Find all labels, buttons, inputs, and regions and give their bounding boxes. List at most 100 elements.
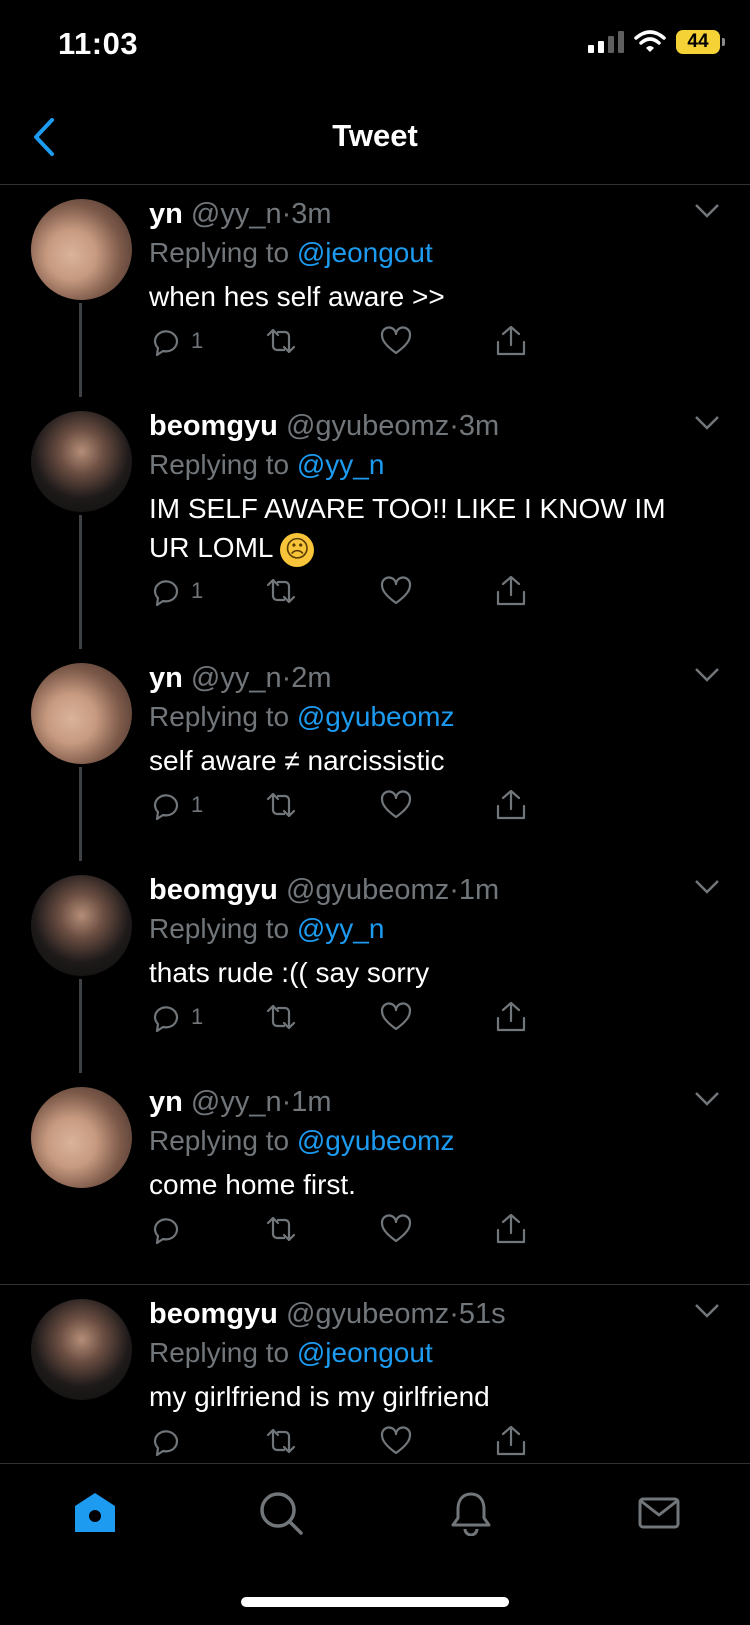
notifications-icon[interactable] xyxy=(448,1490,494,1536)
reply-button[interactable]: 1 xyxy=(149,995,264,1039)
share-button[interactable] xyxy=(494,783,609,827)
share-button[interactable] xyxy=(494,1207,609,1251)
retweet-button[interactable] xyxy=(264,319,379,363)
tweet-item[interactable]: beomgyu @gyubeomz·3m Replying to @yy_n I… xyxy=(0,397,750,649)
display-name[interactable]: yn xyxy=(149,662,183,694)
tweet-actions xyxy=(149,1419,609,1463)
chevron-down-icon[interactable] xyxy=(694,415,720,431)
reply-mention[interactable]: @yy_n xyxy=(297,913,385,944)
search-icon[interactable] xyxy=(258,1490,304,1536)
tweet-text: thats rude :(( say sorry xyxy=(149,957,430,988)
display-name[interactable]: beomgyu xyxy=(149,874,278,906)
share-icon xyxy=(496,1001,526,1032)
avatar[interactable] xyxy=(31,875,132,976)
display-name[interactable]: yn xyxy=(149,1086,183,1118)
tweet-item[interactable]: beomgyu @gyubeomz·51s Replying to @jeong… xyxy=(0,1285,750,1463)
replying-to-label: Replying to xyxy=(149,701,290,732)
reply-button[interactable]: 1 xyxy=(149,569,264,613)
like-button[interactable] xyxy=(379,1207,494,1251)
frowning-face-emoji-icon: ☹ xyxy=(280,532,315,567)
chevron-down-icon[interactable] xyxy=(694,1091,720,1107)
tweet-content: beomgyu @gyubeomz·3m Replying to @yy_n I… xyxy=(149,407,710,567)
share-button[interactable] xyxy=(494,319,609,363)
tweet-actions: 1 xyxy=(149,783,609,827)
like-button[interactable] xyxy=(379,1419,494,1463)
battery-indicator: 44 xyxy=(676,30,725,54)
avatar[interactable] xyxy=(31,1299,132,1400)
reply-count: 1 xyxy=(191,328,204,353)
user-handle[interactable]: @gyubeomz xyxy=(286,874,449,906)
home-indicator[interactable] xyxy=(241,1597,509,1607)
display-name[interactable]: beomgyu xyxy=(149,1298,278,1330)
retweet-button[interactable] xyxy=(264,1419,379,1463)
heart-icon xyxy=(380,1002,412,1031)
reply-button[interactable]: 1 xyxy=(149,783,264,827)
display-name[interactable]: beomgyu xyxy=(149,410,278,442)
tweet-thread[interactable]: yn @yy_n·3m Replying to @jeongout when h… xyxy=(0,185,750,1463)
reply-button[interactable] xyxy=(149,1207,264,1251)
avatar[interactable] xyxy=(31,199,132,300)
page-title: Tweet xyxy=(332,118,418,153)
replying-to: Replying to @yy_n xyxy=(149,445,710,485)
reply-mention[interactable]: @yy_n xyxy=(297,449,385,480)
avatar[interactable] xyxy=(31,1087,132,1188)
status-bar: 11:03 44 xyxy=(0,0,750,90)
messages-icon[interactable] xyxy=(636,1490,682,1536)
replying-to: Replying to @jeongout xyxy=(149,1333,710,1373)
like-button[interactable] xyxy=(379,569,494,613)
avatar[interactable] xyxy=(31,411,132,512)
replying-to-label: Replying to xyxy=(149,449,290,480)
user-handle[interactable]: @yy_n xyxy=(191,662,282,694)
reply-mention[interactable]: @gyubeomz xyxy=(297,701,455,732)
chevron-down-icon[interactable] xyxy=(694,667,720,683)
tweet-actions xyxy=(149,1207,609,1251)
thread-connector xyxy=(79,303,82,397)
like-button[interactable] xyxy=(379,783,494,827)
replying-to-label: Replying to xyxy=(149,1125,290,1156)
reply-count: 1 xyxy=(191,578,204,603)
tweet-item[interactable]: yn @yy_n·1m Replying to @gyubeomz come h… xyxy=(0,1073,750,1285)
retweet-button[interactable] xyxy=(264,783,379,827)
wifi-icon xyxy=(634,30,666,52)
tweet-actions: 1 xyxy=(149,995,609,1039)
chevron-down-icon[interactable] xyxy=(694,1303,720,1319)
thread-connector xyxy=(79,979,82,1073)
reply-count: 1 xyxy=(191,1004,204,1029)
retweet-button[interactable] xyxy=(264,1207,379,1251)
avatar[interactable] xyxy=(31,663,132,764)
tweet-item[interactable]: yn @yy_n·3m Replying to @jeongout when h… xyxy=(0,185,750,397)
retweet-icon xyxy=(266,1428,296,1454)
separator-dot: · xyxy=(281,662,292,694)
reply-button[interactable]: 1 xyxy=(149,319,264,363)
tweet-header: beomgyu @gyubeomz·1m xyxy=(149,871,710,909)
like-button[interactable] xyxy=(379,995,494,1039)
retweet-button[interactable] xyxy=(264,995,379,1039)
timestamp: 1m xyxy=(458,874,500,906)
tweet-actions: 1 xyxy=(149,319,609,363)
display-name[interactable]: yn xyxy=(149,198,183,230)
separator-dot: · xyxy=(449,410,459,442)
tweet-header: yn @yy_n·3m xyxy=(149,195,710,233)
tweet-text: come home first. xyxy=(149,1169,356,1200)
like-button[interactable] xyxy=(379,319,494,363)
reply-mention[interactable]: @gyubeomz xyxy=(297,1125,455,1156)
signal-icon xyxy=(588,31,624,53)
reply-icon xyxy=(153,1218,179,1245)
share-button[interactable] xyxy=(494,995,609,1039)
tweet-item[interactable]: beomgyu @gyubeomz·1m Replying to @yy_n t… xyxy=(0,861,750,1073)
user-handle[interactable]: @yy_n xyxy=(191,1086,282,1118)
user-handle[interactable]: @gyubeomz xyxy=(286,1298,449,1330)
reply-mention[interactable]: @jeongout xyxy=(297,1337,433,1368)
share-icon xyxy=(496,1425,526,1456)
chevron-down-icon[interactable] xyxy=(694,879,720,895)
home-icon[interactable] xyxy=(72,1490,118,1536)
user-handle[interactable]: @yy_n xyxy=(191,198,282,230)
tweet-item[interactable]: yn @yy_n·2m Replying to @gyubeomz self a… xyxy=(0,649,750,861)
reply-button[interactable] xyxy=(149,1419,264,1463)
share-button[interactable] xyxy=(494,569,609,613)
reply-mention[interactable]: @jeongout xyxy=(297,237,433,268)
share-button[interactable] xyxy=(494,1419,609,1463)
chevron-down-icon[interactable] xyxy=(694,203,720,219)
user-handle[interactable]: @gyubeomz xyxy=(286,410,449,442)
retweet-button[interactable] xyxy=(264,569,379,613)
